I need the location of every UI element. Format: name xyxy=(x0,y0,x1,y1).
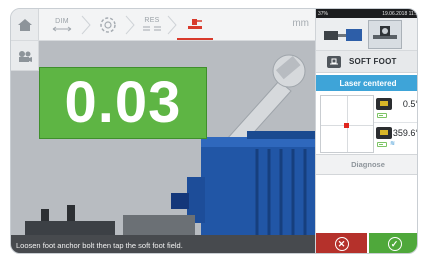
soft-foot-icon xyxy=(188,18,202,29)
soft-foot-value-box[interactable]: 0.03 xyxy=(39,67,207,139)
status-message-bar: Loosen foot anchor bolt then tap the sof… xyxy=(11,235,315,253)
wifi-icon: ≋ xyxy=(390,141,396,147)
laser-status: Laser centered xyxy=(339,78,397,88)
sensor-device-icon xyxy=(376,127,392,139)
cancel-button[interactable]: ✕ xyxy=(316,233,367,253)
soft-foot-value: 0.03 xyxy=(64,70,182,135)
soft-foot-step[interactable] xyxy=(177,9,213,40)
battery-icon xyxy=(377,142,387,147)
chevron-right-icon xyxy=(125,15,135,35)
confirm-button[interactable]: ✓ xyxy=(369,233,417,253)
mode-header: SOFT FOOT xyxy=(316,51,417,73)
chevron-right-icon xyxy=(167,15,177,35)
camera-button[interactable] xyxy=(11,41,39,71)
x-circle-icon: ✕ xyxy=(334,237,349,251)
dim-label: DIM xyxy=(55,17,69,25)
main-view: DIM RES mm 0.03 Loosen foot anchor bolt … xyxy=(11,9,315,253)
laser-status-bar: Laser centered xyxy=(316,75,417,91)
top-toolbar: DIM RES mm xyxy=(11,9,315,41)
sensor-row-1: 0.5° xyxy=(374,95,418,123)
sensor-on-shaft-icon xyxy=(373,26,397,39)
laser-target[interactable] xyxy=(320,95,374,153)
machine-gear-icon xyxy=(100,16,116,33)
machine-step[interactable] xyxy=(93,9,123,40)
right-panel: 37% 19.06.2018 11:5 SOFT FOOT Laser cent… xyxy=(315,9,418,253)
sensor1-angle: 0.5° xyxy=(402,99,418,109)
sensor-device-icon xyxy=(376,98,392,110)
sensor-row-2: 359.6° ≋ xyxy=(374,124,418,152)
battery-status: 37% xyxy=(318,10,329,17)
chevron-right-icon xyxy=(81,15,91,35)
results-icon xyxy=(143,26,161,31)
results-step[interactable]: RES xyxy=(137,9,167,40)
status-message: Loosen foot anchor bolt then tap the sof… xyxy=(16,240,183,250)
machine-train-icon[interactable] xyxy=(322,25,364,45)
res-label: RES xyxy=(144,17,160,24)
diagnose-button[interactable]: Diagnose xyxy=(316,155,417,175)
machine-thumbnail-row xyxy=(316,18,417,51)
home-icon xyxy=(17,18,32,31)
battery-icon xyxy=(377,113,387,118)
soft-foot-mode-icon xyxy=(327,55,341,68)
diagnose-label: Diagnose xyxy=(351,160,385,169)
sensor2-angle: 359.6° xyxy=(392,128,418,138)
dimensions-step[interactable]: DIM xyxy=(47,9,77,40)
laser-dot xyxy=(344,123,349,128)
selected-machine-thumbnail[interactable] xyxy=(368,20,402,49)
check-circle-icon: ✓ xyxy=(387,237,402,251)
sensor-status-area: 0.5° 359.6° ≋ xyxy=(316,93,418,155)
date-time: 19.06.2018 11:5 xyxy=(382,10,418,17)
camera-icon xyxy=(18,50,32,62)
home-button[interactable] xyxy=(11,9,39,40)
system-status-bar: 37% 19.06.2018 11:5 xyxy=(316,9,418,18)
unit-label[interactable]: mm xyxy=(292,18,309,29)
dimension-arrows-icon xyxy=(52,26,72,31)
device-screen: DIM RES mm 0.03 Loosen foot anchor bolt … xyxy=(10,8,418,254)
mode-label: SOFT FOOT xyxy=(349,57,397,66)
